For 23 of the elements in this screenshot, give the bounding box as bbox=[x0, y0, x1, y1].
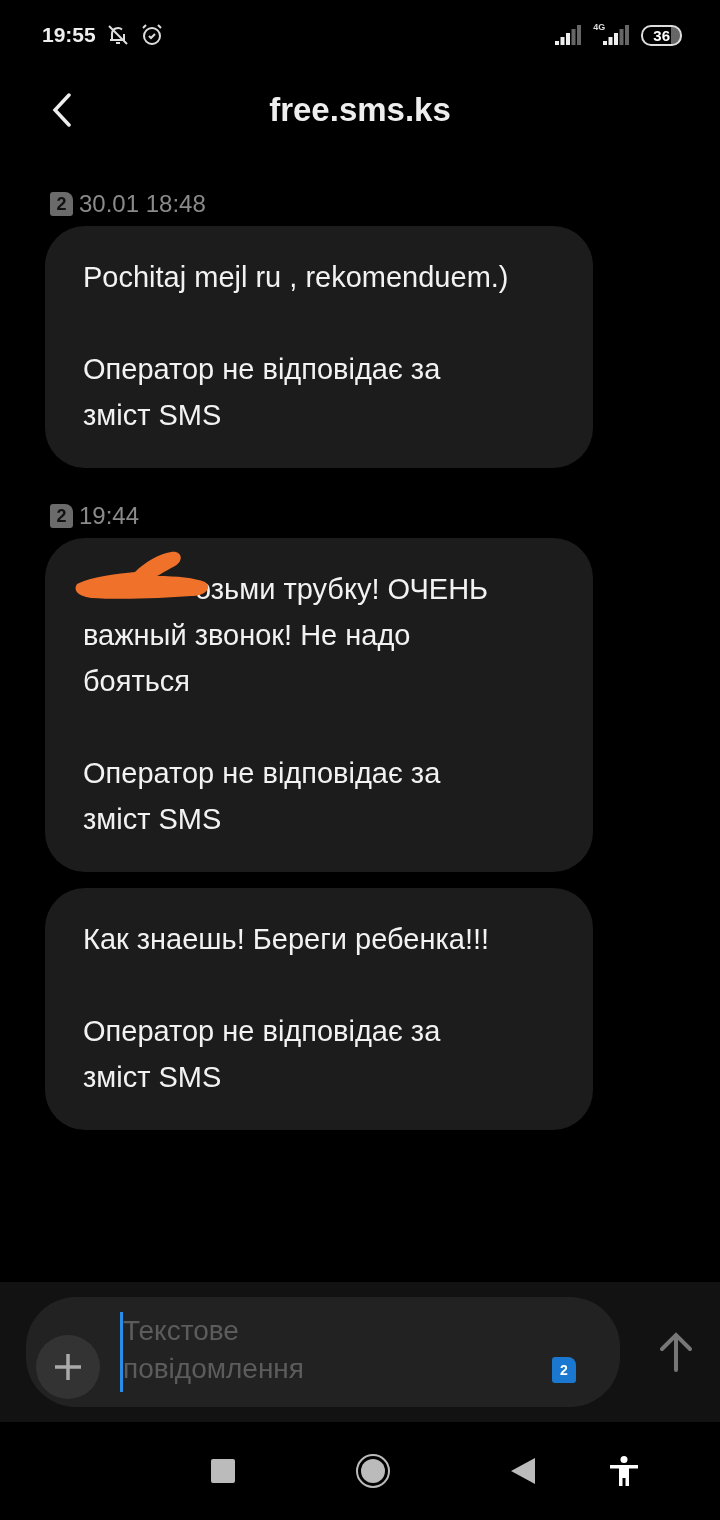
conversation-title: free.sms.ks bbox=[269, 91, 451, 129]
network-type: 4G bbox=[593, 22, 606, 32]
sim-badge[interactable]: 2 bbox=[552, 1357, 576, 1383]
message-time: 19:44 bbox=[79, 502, 140, 530]
bell-off-icon bbox=[105, 23, 130, 47]
sim-badge: 2 bbox=[50, 504, 73, 528]
accessibility-icon bbox=[610, 1456, 638, 1486]
battery-level: 36 bbox=[641, 24, 682, 46]
message-field[interactable]: Текстове повідомлення 2 bbox=[26, 1297, 620, 1407]
triangle-icon bbox=[511, 1458, 535, 1484]
message-text: Pochitaj mejl ru , rekomenduem.) Оператор не відповідає за зміст SMS bbox=[83, 260, 510, 433]
message-time: 30.01 18:48 bbox=[79, 190, 206, 218]
arrow-up-icon bbox=[659, 1332, 693, 1372]
signal-icon bbox=[555, 25, 584, 45]
plus-icon bbox=[53, 1352, 83, 1382]
square-icon bbox=[211, 1459, 235, 1483]
circle-icon bbox=[355, 1453, 391, 1489]
clock: 19:55 bbox=[42, 23, 96, 47]
message-text: Как знаешь! Береги ребенка!!! Оператор не відповідає за зміст SMS bbox=[83, 922, 491, 1095]
signal-icon bbox=[603, 25, 632, 45]
sim-badge: 2 bbox=[50, 192, 73, 216]
text-input[interactable]: Текстове повідомлення bbox=[120, 1312, 373, 1392]
chevron-left-icon bbox=[52, 93, 72, 127]
